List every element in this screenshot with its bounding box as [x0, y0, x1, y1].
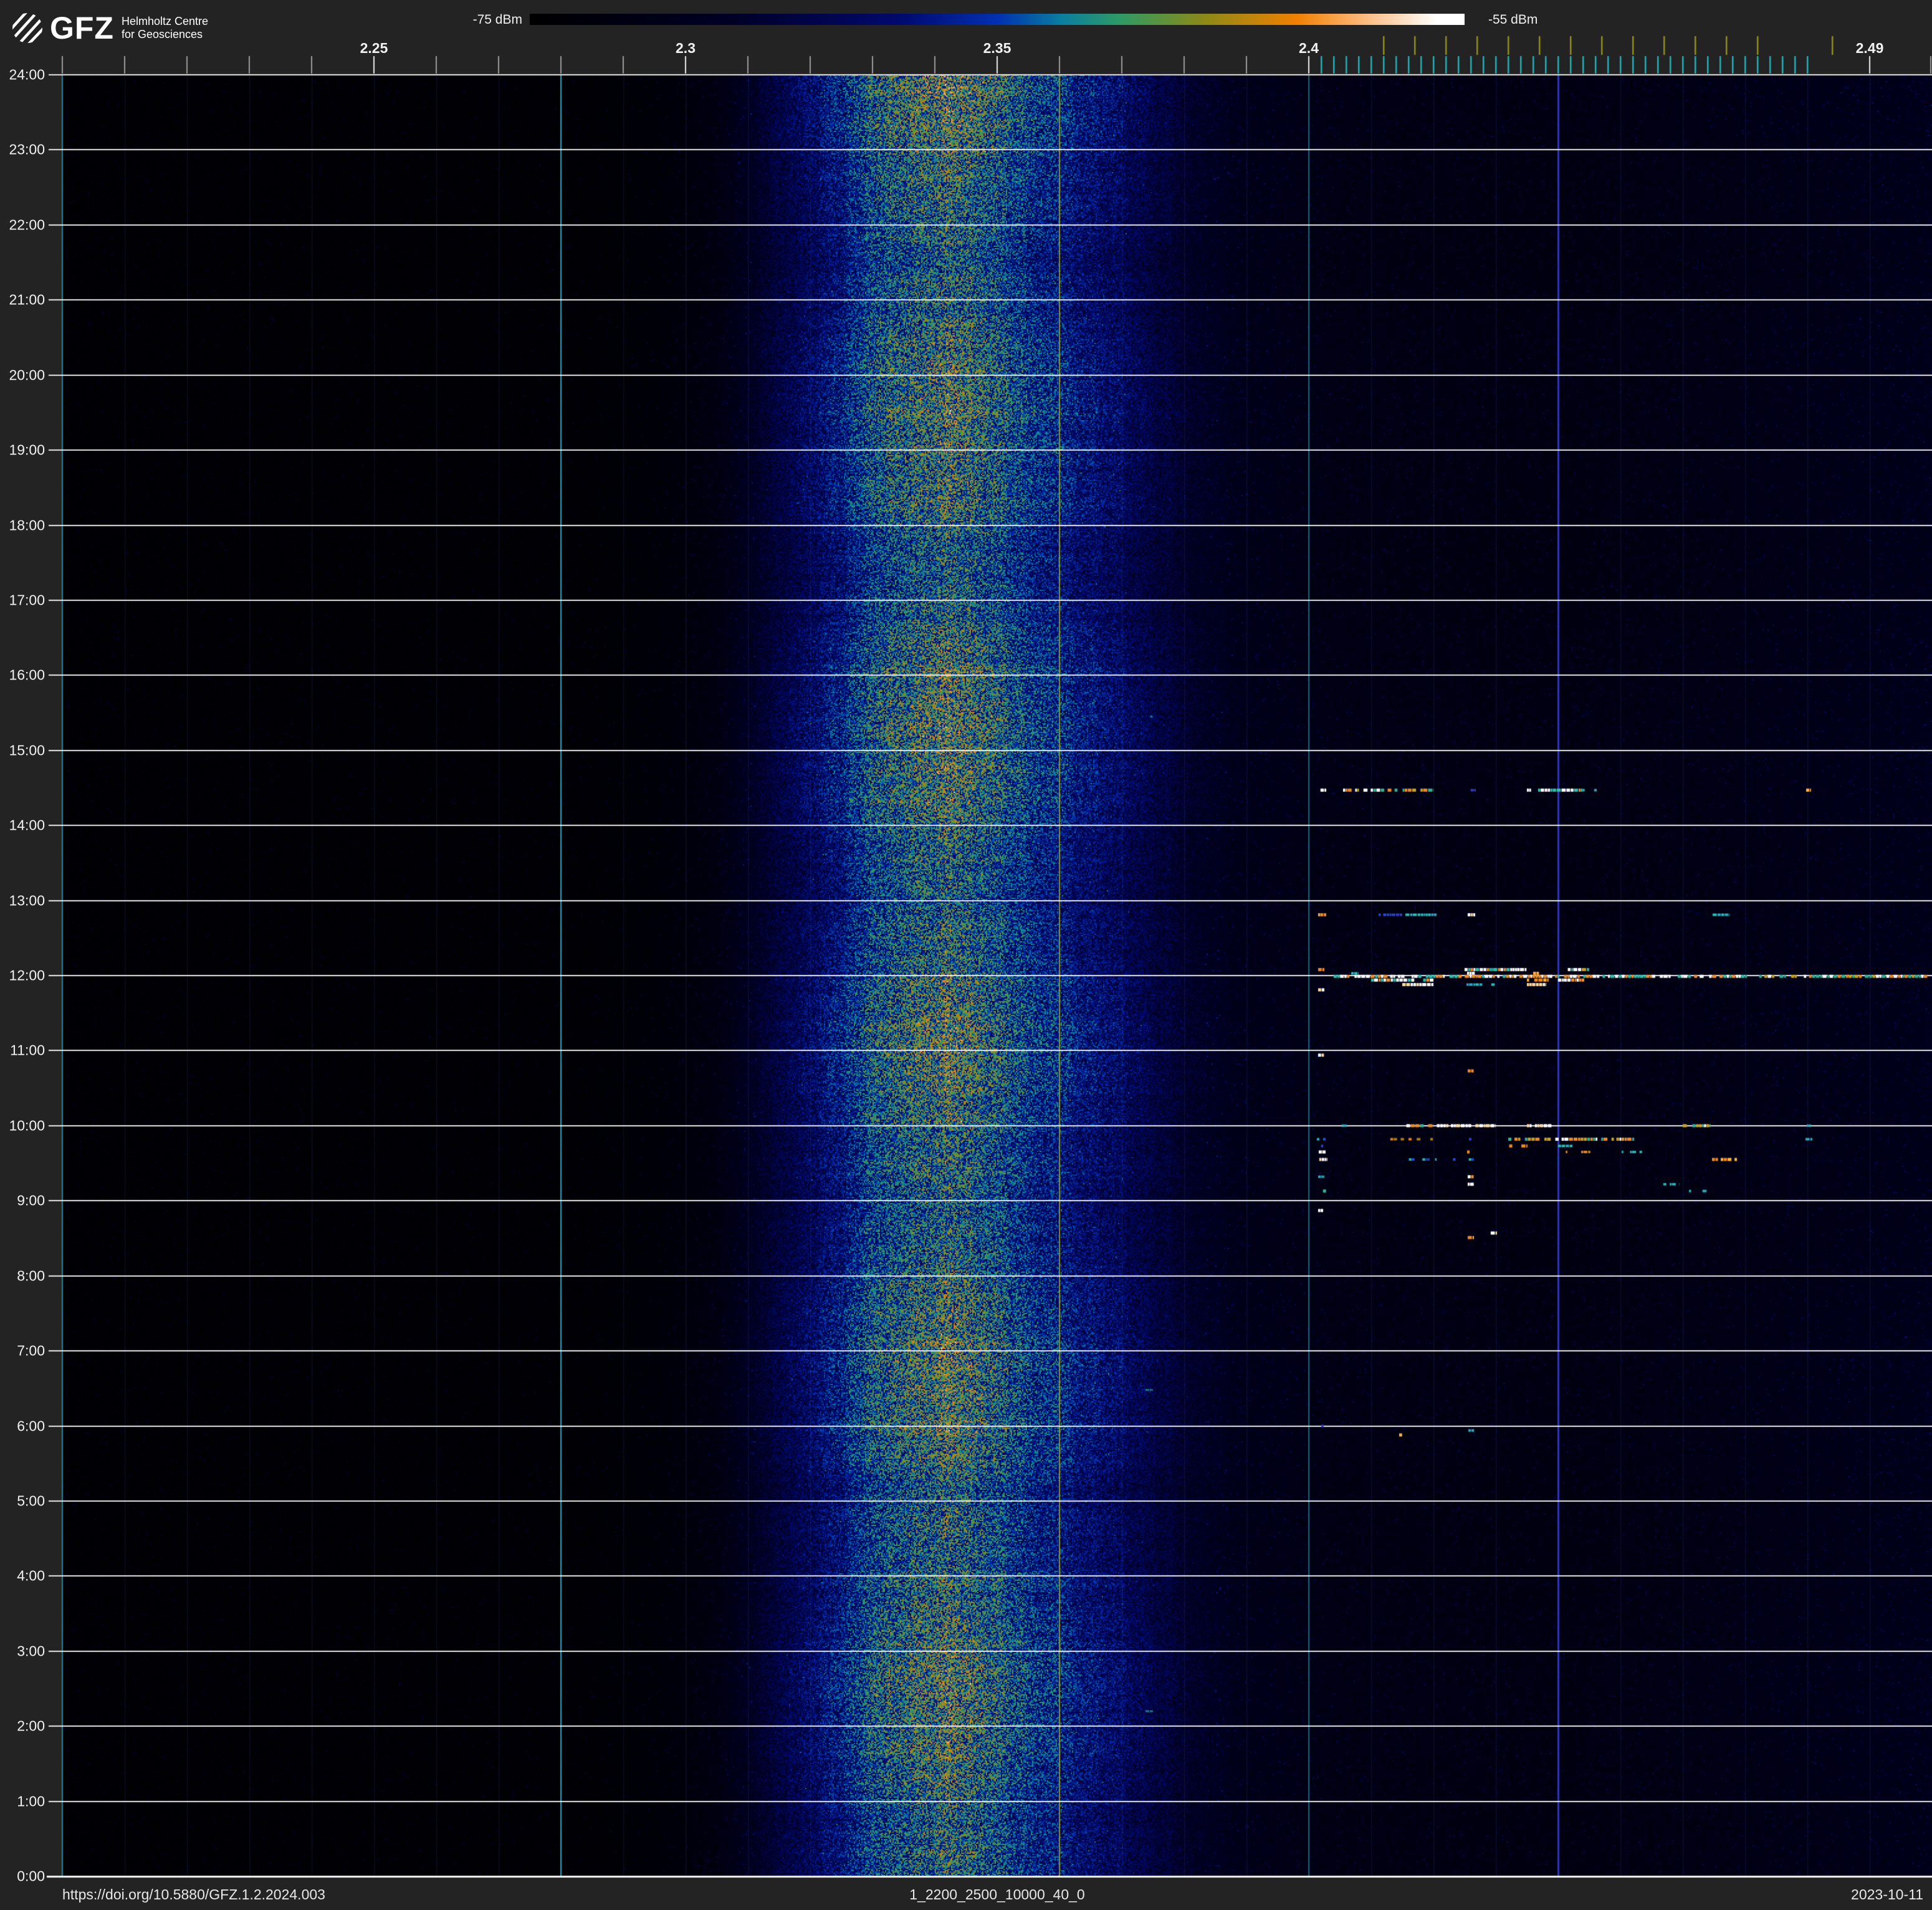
- time-tick-label: 4:00: [17, 1567, 45, 1584]
- time-tick-label: 6:00: [17, 1418, 45, 1434]
- time-tick-label: 3:00: [17, 1643, 45, 1659]
- time-tick-label: 15:00: [9, 742, 45, 759]
- time-tick-label: 8:00: [17, 1267, 45, 1284]
- freq-tick-label: 2.35: [983, 40, 1011, 56]
- time-tick-label: 5:00: [17, 1492, 45, 1509]
- time-tick-label: 24:00: [9, 66, 45, 83]
- time-tick-label: 22:00: [9, 216, 45, 233]
- time-tick-label: 1:00: [17, 1793, 45, 1810]
- freq-tick-label: 2.49: [1855, 40, 1884, 56]
- freq-tick-label: 2.4: [1299, 40, 1319, 56]
- time-tick-label: 20:00: [9, 367, 45, 383]
- colorbar-max-label: -55 dBm: [1488, 12, 1538, 27]
- freq-tick-label: 2.25: [360, 40, 388, 56]
- freq-tick-label: 2.3: [676, 40, 696, 56]
- time-tick-label: 14:00: [9, 817, 45, 833]
- doi-link[interactable]: https://doi.org/10.5880/GFZ.1.2.2024.003: [62, 1886, 325, 1903]
- time-tick-label: 9:00: [17, 1192, 45, 1209]
- time-tick-label: 16:00: [9, 666, 45, 683]
- time-tick-label: 17:00: [9, 592, 45, 608]
- time-tick-label: 7:00: [17, 1342, 45, 1359]
- dataset-filename: 1_2200_2500_10000_40_0: [909, 1886, 1085, 1903]
- time-tick-label: 10:00: [9, 1117, 45, 1134]
- time-tick-label: 12:00: [9, 967, 45, 984]
- org-name: Helmholtz Centre for Geosciences: [122, 15, 208, 41]
- time-tick-label: 23:00: [9, 141, 45, 158]
- gfz-logo-mark-icon: [11, 12, 44, 44]
- time-tick-label: 11:00: [10, 1042, 45, 1058]
- date-label: 2023-10-11: [1851, 1886, 1923, 1903]
- org-line2: for Geosciences: [121, 28, 203, 41]
- time-tick-label: 0:00: [17, 1868, 45, 1884]
- time-tick-label: 19:00: [9, 441, 45, 458]
- time-tick-label: 18:00: [9, 517, 45, 533]
- brand-name: GFZ: [50, 11, 114, 46]
- colorbar: [530, 14, 1465, 25]
- time-tick-label: 13:00: [9, 892, 45, 909]
- colorbar-min-label: -75 dBm: [472, 12, 522, 27]
- time-tick-label: 21:00: [9, 291, 45, 308]
- gfz-logo: GFZ Helmholtz Centre for Geosciences: [11, 10, 208, 46]
- org-line1: Helmholtz Centre: [121, 15, 209, 27]
- time-tick-label: 2:00: [17, 1717, 45, 1734]
- spectrogram-plot: [0, 0, 1932, 1910]
